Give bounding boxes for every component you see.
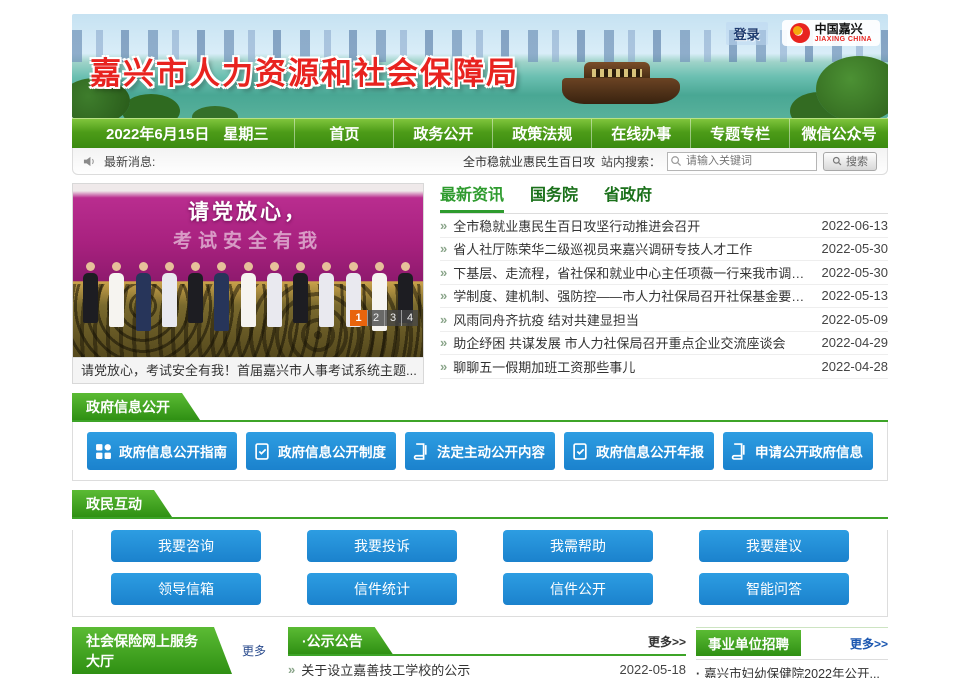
button-suggest[interactable]: 我要建议 [699, 530, 849, 562]
button-smart-qa[interactable]: 智能问答 [699, 573, 849, 605]
nav-item-home[interactable]: 首页 [294, 119, 393, 148]
nav-date: 2022年6月15日 [106, 123, 209, 144]
button-letter-stats[interactable]: 信件统计 [307, 573, 457, 605]
pager-dot-4[interactable]: 4 [401, 310, 418, 326]
nav-item-online-services[interactable]: 在线办事 [591, 119, 690, 148]
button-disclosure-guide[interactable]: 政府信息公开指南 [87, 432, 237, 470]
button-complain[interactable]: 我要投诉 [307, 530, 457, 562]
book-icon [413, 443, 430, 460]
button-letter-disclosure[interactable]: 信件公开 [503, 573, 653, 605]
more-link-insurance[interactable]: 更多 [242, 642, 266, 659]
arrow-icon: » [440, 288, 447, 303]
arrow-icon: » [440, 335, 447, 350]
main-nav: 2022年6月15日 星期三 首页 政务公开 政策法规 在线办事 专题专栏 微信… [72, 118, 888, 148]
slide-banner-text-1: 请党放心， [73, 196, 423, 226]
page-container: 嘉兴市人力资源和社会保障局 登录 中国嘉兴 JIAXING CHINA 2022… [72, 14, 888, 678]
jiaxing-logo-icon [790, 23, 810, 43]
section-social-insurance-hall: 社会保险网上服务大厅 更多 个人(单位)社保证明打印 办事指南 [72, 627, 278, 678]
news-panel: 最新资讯 国务院 省政府 »全市稳就业惠民生百日攻坚行动推进会召开2022-06… [440, 183, 888, 384]
speaker-icon [83, 155, 96, 168]
site-title: 嘉兴市人力资源和社会保障局 [90, 48, 519, 93]
button-request-disclosure[interactable]: 申请公开政府信息 [723, 432, 873, 470]
button-need-help[interactable]: 我需帮助 [503, 530, 653, 562]
doc-check-icon [572, 443, 589, 460]
button-consult[interactable]: 我要咨询 [111, 530, 261, 562]
red-boat-art [562, 78, 680, 104]
section-header-recruitment: 事业单位招聘 [696, 630, 801, 656]
announcement-item: »关于设立嘉善技工学校的公示2022-05-18 [288, 656, 686, 678]
news-item: »聊聊五一假期加班工资那些事儿2022-04-28 [440, 355, 888, 379]
news-item: »省人社厅陈荣华二级巡视员来嘉兴调研专技人才工作2022-05-30 [440, 238, 888, 262]
section-header-announcements: ·公示公告 [288, 627, 393, 654]
button-leader-mailbox[interactable]: 领导信箱 [111, 573, 261, 605]
ticker-label: 最新消息: [104, 153, 155, 170]
arrow-icon: » [440, 312, 447, 327]
tab-latest-news[interactable]: 最新资讯 [440, 183, 504, 213]
button-disclosure-system[interactable]: 政府信息公开制度 [246, 432, 396, 470]
banner-top-bar: 登录 中国嘉兴 JIAXING CHINA [726, 20, 880, 46]
arrow-icon: » [440, 241, 447, 256]
arrow-icon: » [288, 662, 295, 677]
pager-dot-2[interactable]: 2 [367, 310, 384, 326]
tab-state-council[interactable]: 国务院 [530, 183, 578, 213]
slide-banner-text-2: 考试安全有我 [73, 226, 423, 253]
nav-item-policies[interactable]: 政策法规 [492, 119, 591, 148]
arrow-icon: » [440, 218, 447, 233]
search-input[interactable] [667, 152, 817, 171]
nav-item-special-topics[interactable]: 专题专栏 [690, 119, 789, 148]
grid-icon [95, 443, 112, 460]
tree-art-right [816, 56, 888, 118]
site-search-label: 站内搜索： [601, 153, 661, 170]
section-header-interaction: 政民互动 [72, 490, 172, 517]
more-link-announcements[interactable]: 更多>> [648, 633, 686, 654]
pager-dot-3[interactable]: 3 [384, 310, 401, 326]
doc-check-icon [254, 443, 271, 460]
more-link-recruitment[interactable]: 更多>> [850, 635, 888, 652]
photo-carousel[interactable]: 请党放心， 考试安全有我 1 2 3 4 请党放心，考试安全有我！首届嘉兴市人事… [72, 183, 424, 384]
news-item: »全市稳就业惠民生百日攻坚行动推进会召开2022-06-13 [440, 214, 888, 238]
section-announcements: ·公示公告 更多>> »关于设立嘉善技工学校的公示2022-05-18 »关于公… [288, 627, 686, 678]
carousel-caption[interactable]: 请党放心，考试安全有我！首届嘉兴市人事考试系统主题... [73, 357, 423, 383]
tab-provincial-gov[interactable]: 省政府 [604, 183, 652, 213]
button-annual-report[interactable]: 政府信息公开年报 [564, 432, 714, 470]
logo-text-en: JIAXING CHINA [815, 36, 872, 43]
search-button[interactable]: 搜索 [823, 152, 877, 171]
carousel-slide-photo: 请党放心， 考试安全有我 1 2 3 4 [73, 184, 423, 357]
banner: 嘉兴市人力资源和社会保障局 登录 中国嘉兴 JIAXING CHINA [72, 14, 888, 118]
news-item: »助企纾困 共谋发展 市人力社保局召开重点企业交流座谈会2022-04-29 [440, 332, 888, 356]
button-mandatory-disclosure[interactable]: 法定主动公开内容 [405, 432, 555, 470]
section-info-disclosure: 政府信息公开 政府信息公开指南 政府信息公开制度 法定主动公开内容 政府信息公开… [72, 393, 888, 481]
logo-text-cn: 中国嘉兴 [815, 23, 872, 36]
arrow-icon: » [440, 359, 447, 374]
section-header-insurance-hall: 社会保险网上服务大厅 [72, 627, 232, 674]
section-header-info-disclosure: 政府信息公开 [72, 393, 200, 420]
news-item: »学制度、建机制、强防控——市人力社保局召开社保基金要情专题学习会2022-05… [440, 285, 888, 309]
jiaxing-china-logo[interactable]: 中国嘉兴 JIAXING CHINA [782, 20, 880, 46]
ticker-scroll-text[interactable]: 全市稳就业惠民生百日攻 [463, 153, 595, 170]
search-button-icon [832, 156, 843, 167]
section-recruitment: 事业单位招聘 更多>> 嘉兴市妇幼保健院2022年公开... 2022年嘉兴市属… [696, 627, 888, 678]
news-ticker-bar: 最新消息: 全市稳就业惠民生百日攻 站内搜索： 搜索 [72, 148, 888, 175]
book-icon [731, 443, 748, 460]
pager-dot-1[interactable]: 1 [350, 310, 367, 326]
arrow-icon: » [440, 265, 447, 280]
login-button[interactable]: 登录 [726, 22, 768, 45]
news-item: »风雨同舟齐抗疫 结对共建显担当2022-05-09 [440, 308, 888, 332]
section-interaction: 政民互动 我要咨询 我要投诉 我需帮助 我要建议 领导信箱 信件统计 信件公开 … [72, 490, 888, 617]
search-icon [670, 155, 683, 168]
news-item: »下基层、走流程，省社保和就业中心主任项薇一行来我市调研 “国统” 上线情况20… [440, 261, 888, 285]
nav-item-gov-disclosure[interactable]: 政务公开 [393, 119, 492, 148]
nav-item-wechat[interactable]: 微信公众号 [789, 119, 888, 148]
recruitment-item[interactable]: 嘉兴市妇幼保健院2022年公开... [696, 660, 888, 678]
nav-weekday: 星期三 [223, 123, 268, 144]
carousel-pager: 1 2 3 4 [350, 310, 418, 326]
